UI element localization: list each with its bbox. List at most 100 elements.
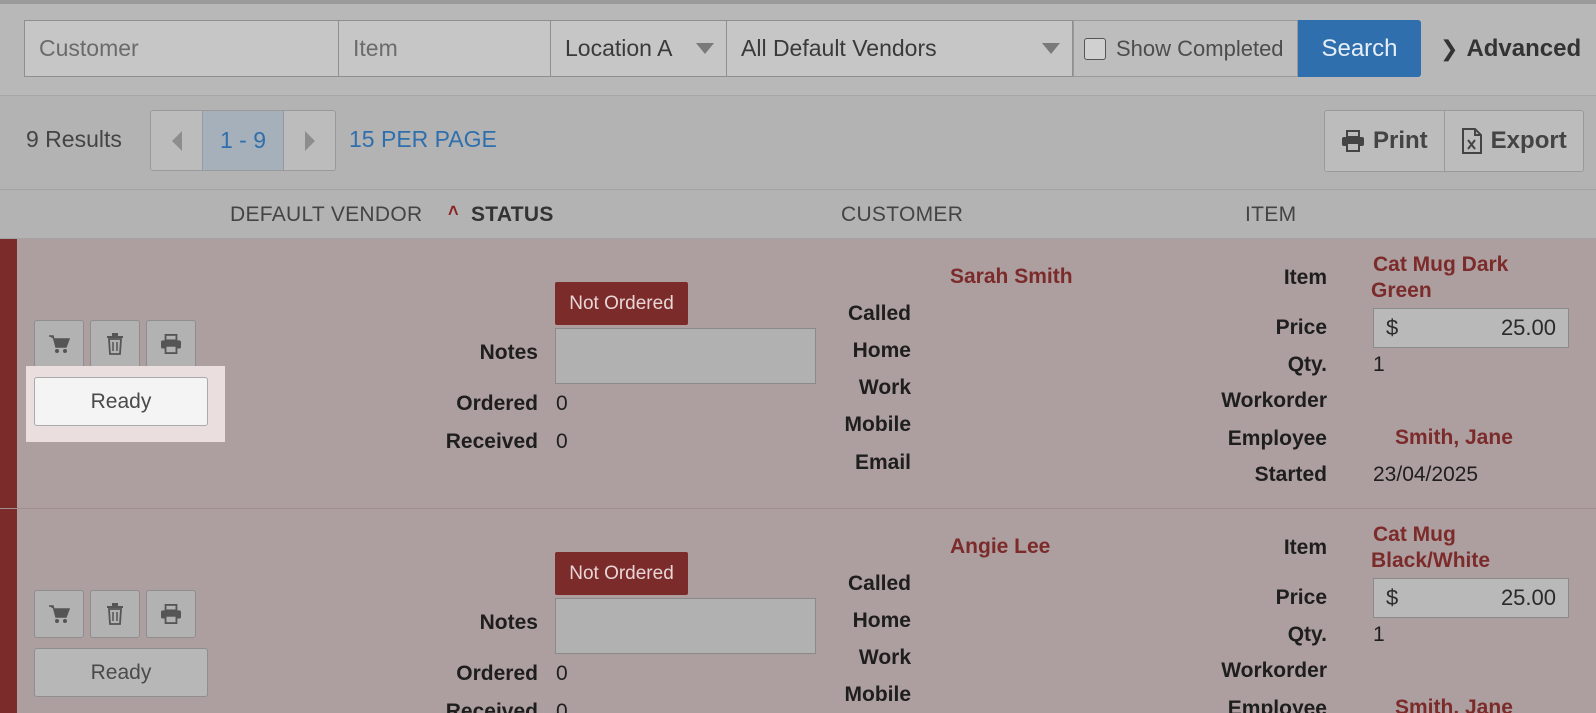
print-button[interactable]: Print	[1325, 111, 1444, 171]
customer-filter-input[interactable]: Customer	[24, 20, 339, 77]
export-label: Export	[1490, 127, 1567, 154]
row-status-bar	[0, 239, 17, 508]
employee-label: Employee	[1227, 697, 1327, 713]
item-link[interactable]: Cat Mug Black/White	[1371, 522, 1491, 574]
workorder-label: Workorder	[1221, 659, 1327, 682]
received-label: Received	[445, 430, 538, 453]
cart-icon	[49, 605, 70, 623]
next-page-button[interactable]	[283, 111, 335, 170]
started-value: 23/04/2025	[1373, 463, 1479, 486]
export-button[interactable]: Export	[1443, 111, 1583, 171]
item-name-line2: Green	[1371, 279, 1432, 302]
show-completed-checkbox[interactable]	[1084, 37, 1106, 60]
notes-textarea[interactable]	[555, 598, 816, 654]
delete-button[interactable]	[90, 320, 140, 368]
price-input[interactable]: $ 25.00	[1373, 578, 1569, 618]
ready-button[interactable]: Ready	[34, 648, 208, 697]
email-label: Email	[854, 451, 911, 474]
prev-page-button[interactable]	[151, 111, 203, 170]
chevron-right-icon: ❯	[1440, 35, 1459, 61]
customer-link[interactable]: Sarah Smith	[950, 264, 1073, 290]
print-export-group: Print Export	[1324, 110, 1584, 172]
ordered-label: Ordered	[456, 392, 538, 415]
notes-textarea[interactable]	[555, 328, 816, 384]
called-label: Called	[847, 572, 911, 595]
results-count: 9 Results	[26, 126, 122, 152]
printer-icon	[161, 604, 181, 624]
column-header: DEFAULT VENDOR ˄ STATUS CUSTOMER ITEM	[0, 189, 1596, 239]
price-input[interactable]: $ 25.00	[1373, 308, 1569, 348]
table-row: Ready Not Ordered Notes Ordered 0 Receiv…	[0, 239, 1596, 509]
table-row: Ready Not Ordered Notes Ordered 0 Receiv…	[0, 509, 1596, 713]
sort-ascending-icon: ˄	[448, 201, 459, 221]
ordered-label: Ordered	[456, 662, 538, 685]
work-label: Work	[858, 646, 911, 669]
ordered-value: 0	[556, 392, 568, 415]
home-label: Home	[852, 609, 911, 632]
employee-link[interactable]: Smith, Jane	[1395, 695, 1513, 713]
item-link[interactable]: Cat Mug Dark Green	[1371, 252, 1509, 304]
order-button[interactable]	[34, 320, 84, 368]
show-completed-toggle[interactable]: Show Completed	[1073, 20, 1298, 77]
item-filter-placeholder: Item	[353, 35, 398, 61]
price-value: 25.00	[1500, 585, 1556, 610]
item-label: Item	[1283, 266, 1327, 289]
currency-symbol: $	[1386, 585, 1399, 610]
customer-filter-placeholder: Customer	[39, 35, 139, 61]
excel-file-icon	[1461, 128, 1482, 154]
status-badge: Not Ordered	[555, 282, 688, 325]
order-button[interactable]	[34, 590, 84, 638]
item-name-line1: Cat Mug Dark	[1373, 253, 1509, 276]
filter-bar: Customer Item Location A All Default Ven…	[0, 4, 1596, 96]
trash-icon	[107, 333, 123, 355]
started-label: Started	[1254, 463, 1327, 486]
price-value: 25.00	[1500, 315, 1556, 340]
item-filter-input[interactable]: Item	[338, 20, 551, 77]
customer-link[interactable]: Angie Lee	[950, 534, 1050, 560]
status-badge: Not Ordered	[555, 552, 688, 595]
column-item[interactable]: ITEM	[1245, 203, 1296, 227]
column-default-vendor[interactable]: DEFAULT VENDOR	[230, 203, 422, 227]
print-row-button[interactable]	[146, 320, 196, 368]
item-name-line2: Black/White	[1371, 549, 1491, 572]
employee-link[interactable]: Smith, Jane	[1395, 425, 1513, 451]
called-label: Called	[847, 302, 911, 325]
employee-label: Employee	[1227, 427, 1327, 450]
printer-icon	[161, 334, 181, 354]
received-value: 0	[556, 700, 568, 713]
chevron-right-icon	[304, 130, 315, 151]
advanced-toggle[interactable]: ❯ Advanced	[1440, 20, 1581, 77]
item-name-line1: Cat Mug	[1373, 523, 1456, 546]
print-row-button[interactable]	[146, 590, 196, 638]
currency-symbol: $	[1386, 315, 1399, 340]
ready-highlight: Ready	[26, 366, 225, 442]
received-label: Received	[445, 700, 538, 713]
delete-button[interactable]	[90, 590, 140, 638]
qty-label: Qty.	[1287, 353, 1327, 376]
qty-value: 1	[1373, 623, 1385, 646]
chevron-left-icon	[171, 130, 182, 151]
mobile-label: Mobile	[844, 683, 912, 706]
advanced-label: Advanced	[1466, 34, 1582, 62]
pagination: 1 - 9	[150, 110, 336, 171]
notes-label: Notes	[479, 341, 538, 364]
search-button[interactable]: Search	[1298, 20, 1421, 77]
item-label: Item	[1283, 536, 1327, 559]
column-customer[interactable]: CUSTOMER	[841, 203, 963, 227]
vendor-select[interactable]: All Default Vendors	[726, 20, 1073, 77]
current-page-range[interactable]: 1 - 9	[203, 111, 283, 170]
column-status[interactable]: STATUS	[471, 203, 554, 227]
mobile-label: Mobile	[844, 413, 912, 436]
chevron-down-icon	[696, 43, 714, 54]
row-status-bar	[0, 509, 17, 713]
location-select-value: Location A	[565, 35, 673, 61]
per-page-selector[interactable]: 15 PER PAGE	[349, 126, 497, 153]
location-select[interactable]: Location A	[550, 20, 727, 77]
printer-icon	[1342, 130, 1364, 152]
workorder-label: Workorder	[1221, 389, 1327, 412]
ready-button[interactable]: Ready	[34, 377, 208, 426]
results-toolbar: 9 Results 1 - 9 15 PER PAGE Print Export	[0, 96, 1596, 189]
cart-icon	[49, 335, 70, 353]
chevron-down-icon	[1042, 43, 1060, 54]
ordered-value: 0	[556, 662, 568, 685]
